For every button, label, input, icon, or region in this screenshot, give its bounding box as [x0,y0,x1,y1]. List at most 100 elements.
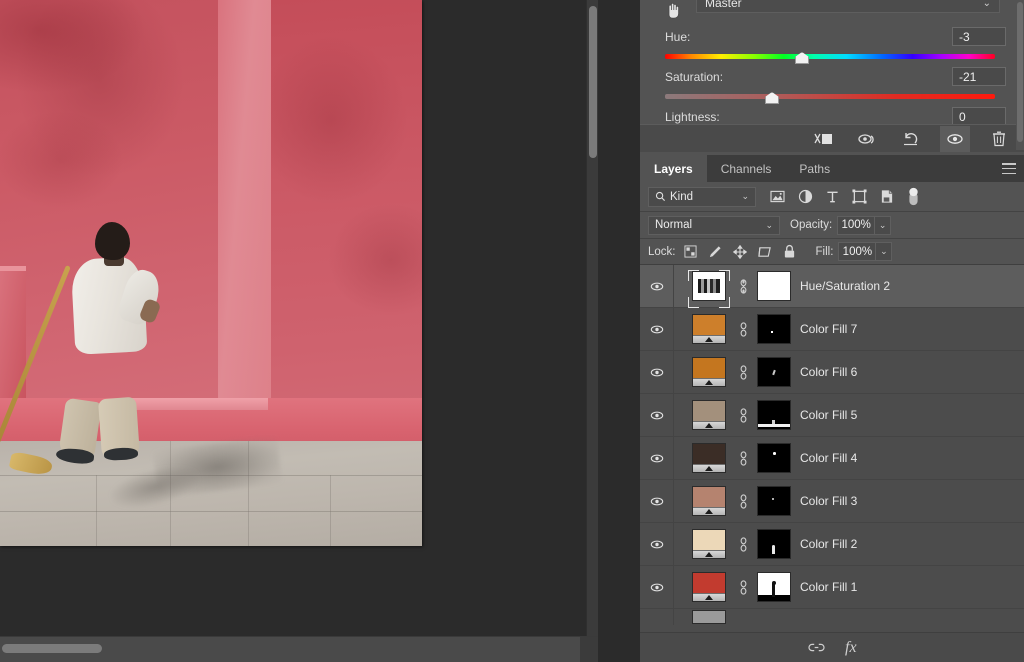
layer-styles-fx-icon[interactable]: fx [845,639,857,657]
hamburger-menu-icon[interactable] [1002,163,1016,174]
fill-layer-thumbnail[interactable] [692,357,726,387]
blend-mode-select[interactable]: Normal ⌄ [648,216,780,235]
fill-layer-thumbnail[interactable] [692,486,726,516]
link-mask-icon[interactable] [735,580,751,595]
fill-layer-thumbnail[interactable] [692,400,726,430]
layer-mask-thumbnail[interactable] [757,357,791,387]
lock-artboard-nesting-icon[interactable] [758,245,772,259]
link-mask-icon[interactable] [735,494,751,509]
lock-position-icon[interactable] [733,245,747,259]
toggle-layer-visibility-previous-icon[interactable] [852,126,882,152]
layer-name[interactable]: Color Fill 3 [800,494,857,508]
tab-layers[interactable]: Layers [640,155,707,182]
dock-scrollbar[interactable] [1016,0,1024,150]
layer-thumbnail-cell[interactable] [674,610,735,624]
fill-layer-thumbnail[interactable] [692,314,726,344]
image-canvas[interactable] [0,0,422,546]
layer-name[interactable]: Color Fill 5 [800,408,857,422]
delete-adjustment-icon[interactable] [984,126,1014,152]
layer-name[interactable]: Color Fill 7 [800,322,857,336]
table-row[interactable] [640,609,1024,625]
layer-thumbnail-cell[interactable] [674,265,791,308]
opacity-chevron-down-icon[interactable]: ⌄ [875,216,891,235]
layer-thumbnail-cell[interactable] [674,357,791,387]
table-row[interactable]: Color Fill 2 [640,523,1024,566]
layer-mask-thumbnail[interactable] [757,400,791,430]
fill-layer-thumbnail[interactable] [692,443,726,473]
layer-mask-thumbnail[interactable] [757,271,791,301]
filter-smart-object-icon[interactable] [880,189,894,204]
link-mask-icon[interactable] [735,451,751,466]
lock-image-pixels-icon[interactable] [708,245,722,259]
layer-name[interactable]: Color Fill 4 [800,451,857,465]
hue-slider-track[interactable] [665,54,995,59]
fill-field[interactable]: 100% [838,242,876,261]
adjustment-layer-thumbnail[interactable] [692,271,726,301]
tab-channels[interactable]: Channels [707,155,786,182]
filter-adjustment-layers-icon[interactable] [798,189,813,204]
tab-paths[interactable]: Paths [785,155,844,182]
layer-visibility-toggle[interactable] [640,609,674,625]
opacity-field[interactable]: 100% [837,216,875,235]
layer-visibility-toggle[interactable] [640,566,674,608]
table-row[interactable]: Color Fill 6 [640,351,1024,394]
filter-pixel-layers-icon[interactable] [770,190,785,203]
lock-transparent-pixels-icon[interactable] [684,245,697,258]
layer-visibility-toggle[interactable] [640,351,674,393]
link-mask-icon[interactable] [735,537,751,552]
canvas-vertical-scrollbar[interactable] [586,0,598,636]
fill-layer-thumbnail[interactable] [692,572,726,602]
layer-visibility-toggle[interactable] [640,437,674,479]
layer-name[interactable]: Color Fill 1 [800,580,857,594]
layer-visibility-toggle[interactable] [640,480,674,522]
link-mask-icon[interactable] [735,365,751,380]
link-layers-icon[interactable] [808,642,825,653]
layer-name[interactable]: Hue/Saturation 2 [800,279,890,293]
clip-to-layer-icon[interactable] [808,126,838,152]
layer-name[interactable]: Color Fill 2 [800,537,857,551]
filter-toggle-switch-icon[interactable] [907,187,920,207]
fill-layer-thumbnail[interactable] [692,529,726,559]
layer-thumbnail-cell[interactable] [674,443,791,473]
layer-mask-thumbnail[interactable] [757,443,791,473]
table-row[interactable]: Color Fill 3 [640,480,1024,523]
layer-mask-thumbnail[interactable] [757,486,791,516]
layer-visibility-toggle[interactable] [640,523,674,565]
channel-select[interactable]: Master ⌄ [696,0,1000,13]
table-row[interactable]: Color Fill 1 [640,566,1024,609]
filter-shape-layers-icon[interactable] [852,189,867,204]
layer-kind-select[interactable]: Kind ⌄ [648,187,756,207]
layer-name[interactable]: Color Fill 6 [800,365,857,379]
layer-mask-thumbnail[interactable] [757,314,791,344]
dock-scrollbar-thumb[interactable] [1017,2,1023,142]
canvas-horizontal-scrollbar-thumb[interactable] [2,644,102,653]
layer-mask-thumbnail[interactable] [757,529,791,559]
canvas-horizontal-scrollbar[interactable] [0,636,598,662]
saturation-slider-track[interactable] [665,94,995,99]
table-row[interactable]: Color Fill 5 [640,394,1024,437]
table-row[interactable]: Color Fill 7 [640,308,1024,351]
lock-all-icon[interactable] [783,244,796,259]
reset-adjustment-icon[interactable] [896,126,926,152]
layer-visibility-toggle[interactable] [640,265,674,307]
table-row[interactable]: Hue/Saturation 2 [640,265,1024,308]
layer-mask-thumbnail[interactable] [757,572,791,602]
hue-value-field[interactable]: -3 [952,27,1006,46]
layer-visibility-toggle[interactable] [640,394,674,436]
filter-type-layers-icon[interactable] [826,190,839,204]
link-mask-icon[interactable] [735,279,751,294]
hand-pointer-icon[interactable] [662,0,682,20]
fill-chevron-down-icon[interactable]: ⌄ [876,242,892,261]
table-row[interactable]: Color Fill 4 [640,437,1024,480]
layer-visibility-toggle[interactable] [640,308,674,350]
layer-thumbnail-cell[interactable] [674,529,791,559]
link-mask-icon[interactable] [735,322,751,337]
layer-thumbnail-cell[interactable] [674,572,791,602]
canvas-vertical-scrollbar-thumb[interactable] [589,6,597,158]
layer-thumbnail[interactable] [692,610,726,624]
layer-thumbnail-cell[interactable] [674,400,791,430]
layer-thumbnail-cell[interactable] [674,486,791,516]
saturation-value-field[interactable]: -21 [952,67,1006,86]
link-mask-icon[interactable] [735,408,751,423]
eye-visibility-icon[interactable] [940,126,970,152]
